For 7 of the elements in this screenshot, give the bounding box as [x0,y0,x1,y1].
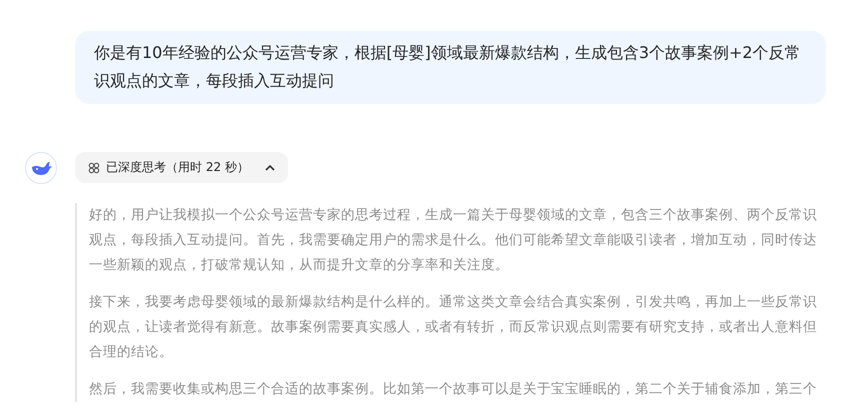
thinking-paragraph: 接下来，我要考虑母婴领域的最新爆款结构是什么样的。通常这类文章会结合真实案例，引发共鸣，再加上一些反常识的观点，让读者觉得有新意。故事案例需要真实感人，或者有转折，而反常识观点则需要有研究支持，或者出人意料但合理的结论。 [89,293,818,362]
thinking-paragraph: 然后，我需要收集或构思三个合适的故事案例。比如第一个故事可以是关于宝宝睡眠的，第二个关于辅食添加，第三个 [89,380,818,399]
whale-avatar-icon [25,152,57,184]
thinking-paragraph: 好的，用户让我模拟一个公众号运营专家的思考过程，生成一篇关于母婴领域的文章，包含三个故事案例、两个反常识观点，每段插入互动提问。首先，我需要确定用户的需求是什么。他们可能希望文章能吸引读者，增加互动，同时传达一些新颖的观点，打破常规认知，从而提升文章的分享率和关注度。 [89,206,818,275]
deep-thinking-toggle[interactable]: 已深度思考（用时 22 秒） [75,152,288,183]
user-message: 你是有10年经验的公众号运营专家，根据[母婴]领域最新爆款结构，生成包含3个故事案例+2个反常识观点的文章，每段插入互动提问 [75,31,826,104]
thinking-icon [88,162,100,174]
